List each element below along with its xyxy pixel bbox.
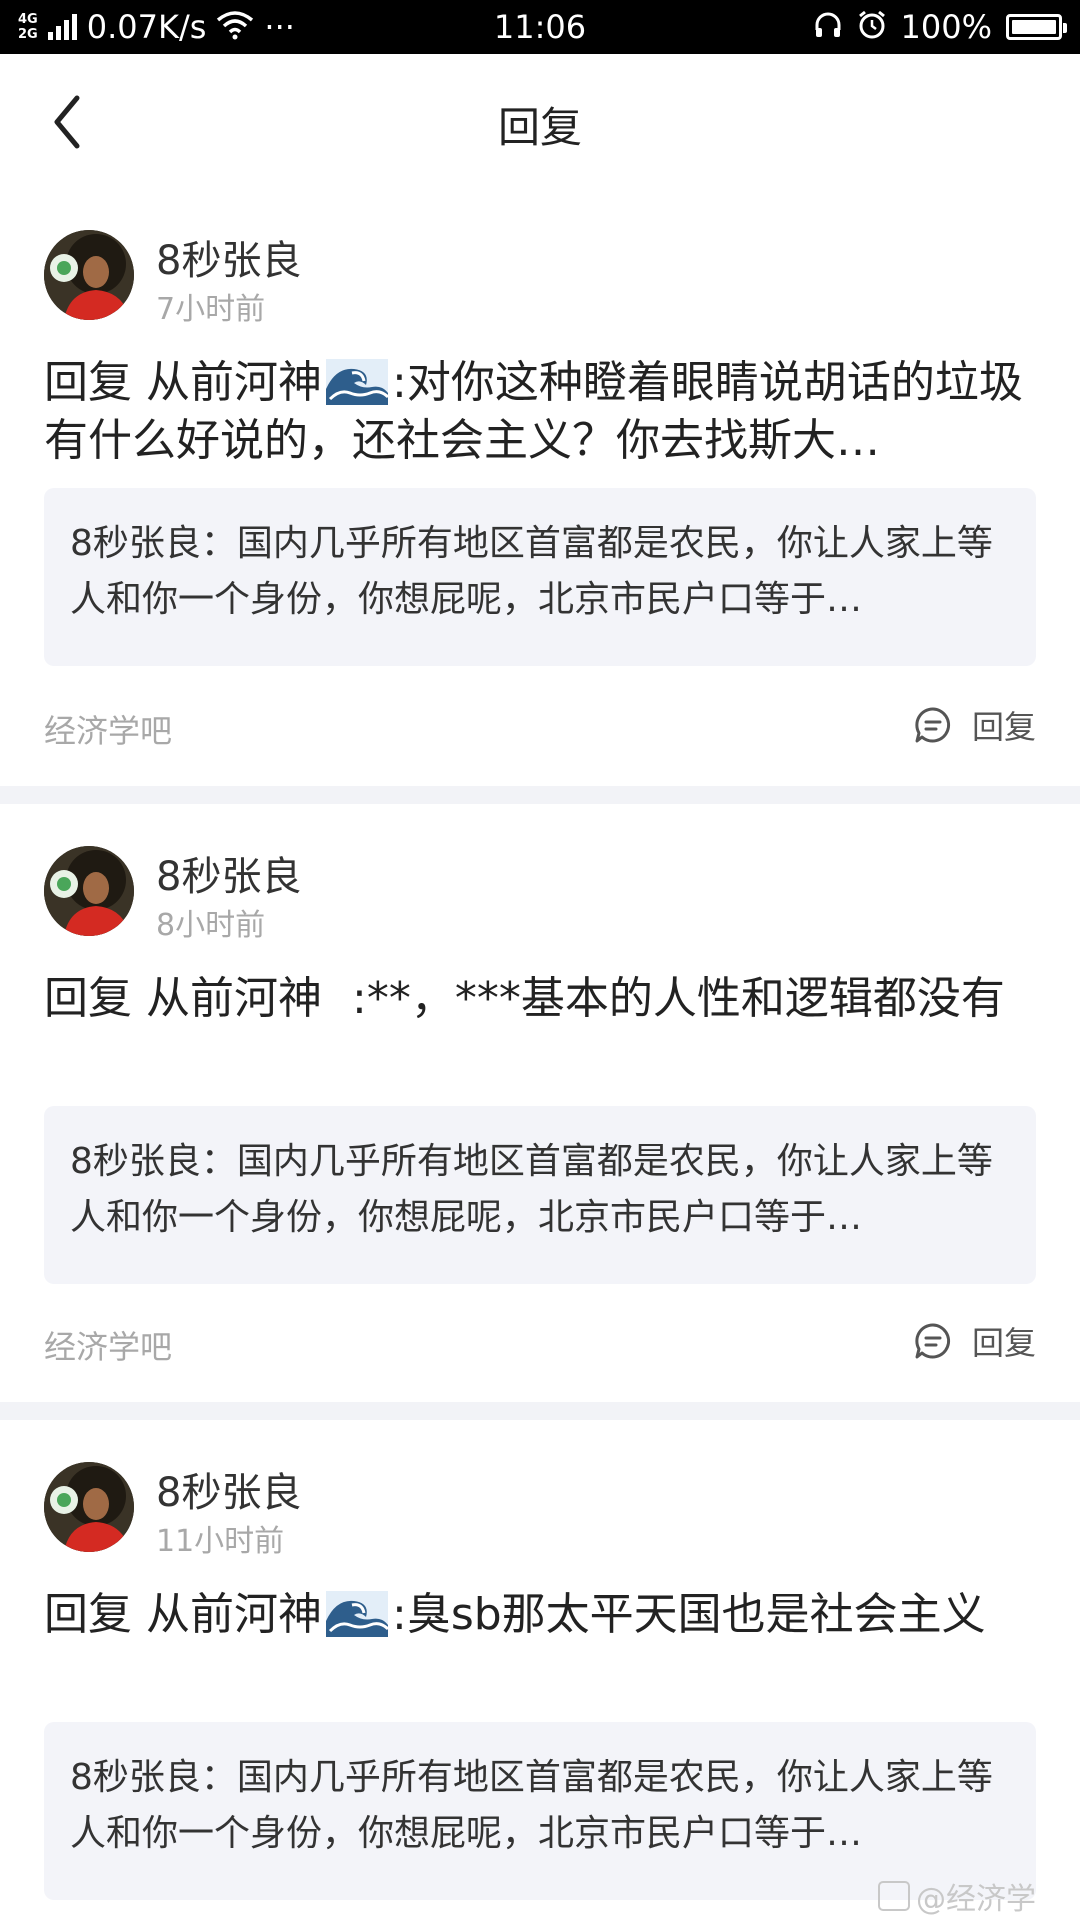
reply-button-label: 回复 <box>971 1324 1036 1362</box>
headphones-icon <box>813 10 843 44</box>
reply-body: :**，***基本的人性和逻辑都没有 <box>352 973 1005 1024</box>
reply-prefix: 回复 从前河神 <box>44 357 322 408</box>
watermark: @经济学 <box>878 1874 1036 1918</box>
status-right: 100% <box>813 0 1067 54</box>
reply-card[interactable]: 8秒张良 7小时前 回复 从前河神:对你这种瞪着眼睛说胡话的垃圾有什么好说的，还… <box>0 188 1080 786</box>
reply-card[interactable]: 8秒张良 8小时前 回复 从前河神 :**，***基本的人性和逻辑都没有 8秒张良… <box>0 804 1080 1402</box>
card-divider <box>0 786 1080 804</box>
reply-button-label: 回复 <box>971 708 1036 746</box>
reply-button[interactable]: 回复 <box>914 1318 1036 1364</box>
reply-prefix: 回复 从前河神 <box>44 973 322 1024</box>
avatar[interactable] <box>44 846 134 936</box>
top-nav-bar: 回复 <box>0 54 1080 188</box>
reply-button[interactable]: 回复 <box>914 702 1036 748</box>
quote-text: 8秒张良：国内几乎所有地区首富都是农民，你让人家上等人和你一个身份，你想屁呢，北… <box>70 1757 993 1854</box>
forum-name[interactable]: 经济学吧 <box>44 1322 172 1368</box>
avatar[interactable] <box>44 230 134 320</box>
reply-prefix: 回复 从前河神 <box>44 1589 322 1640</box>
battery-icon <box>1006 14 1067 40</box>
quoted-post[interactable]: 8秒张良：国内几乎所有地区首富都是农民，你让人家上等人和你一个身份，你想屁呢，北… <box>44 1106 1036 1284</box>
comment-icon <box>915 707 951 743</box>
post-time: 7小时前 <box>156 292 266 327</box>
reply-card[interactable]: 8秒张良 11小时前 回复 从前河神 :臭sb那太平天国也是社会主义 8秒张良：国… <box>0 1420 1080 1920</box>
status-bar: 4G 2G 0.07K/s ··· 11:06 100% <box>0 0 1080 54</box>
reply-content[interactable]: 回复 从前河神 :**，***基本的人性和逻辑都没有 <box>44 970 1039 1028</box>
comment-icon <box>915 1323 951 1359</box>
alarm-icon <box>857 10 887 44</box>
username[interactable]: 8秒张良 <box>156 844 301 902</box>
post-time: 11小时前 <box>156 1524 285 1559</box>
username[interactable]: 8秒张良 <box>156 228 301 286</box>
battery-percent: 100% <box>900 8 992 46</box>
wave-emoji-icon <box>326 359 388 405</box>
quote-text: 8秒张良：国内几乎所有地区首富都是农民，你让人家上等人和你一个身份，你想屁呢，北… <box>70 523 993 620</box>
page-title: 回复 <box>497 103 582 152</box>
reply-content[interactable]: 回复 从前河神:对你这种瞪着眼睛说胡话的垃圾有什么好说的，还社会主义？你去找斯大… <box>44 354 1039 470</box>
wave-emoji-icon <box>326 1591 388 1637</box>
reply-body: :臭sb那太平天国也是社会主义 <box>392 1589 986 1640</box>
card-divider <box>0 1402 1080 1420</box>
post-time: 8小时前 <box>156 908 266 943</box>
avatar[interactable] <box>44 1462 134 1552</box>
username[interactable]: 8秒张良 <box>156 1460 301 1518</box>
quoted-post[interactable]: 8秒张良：国内几乎所有地区首富都是农民，你让人家上等人和你一个身份，你想屁呢，北… <box>44 488 1036 666</box>
forum-name[interactable]: 经济学吧 <box>44 706 172 752</box>
quote-text: 8秒张良：国内几乎所有地区首富都是农民，你让人家上等人和你一个身份，你想屁呢，北… <box>70 1141 993 1238</box>
watermark-text: @经济学 <box>916 1882 1036 1917</box>
watermark-logo-icon <box>878 1881 910 1911</box>
reply-content[interactable]: 回复 从前河神 :臭sb那太平天国也是社会主义 <box>44 1586 1039 1644</box>
